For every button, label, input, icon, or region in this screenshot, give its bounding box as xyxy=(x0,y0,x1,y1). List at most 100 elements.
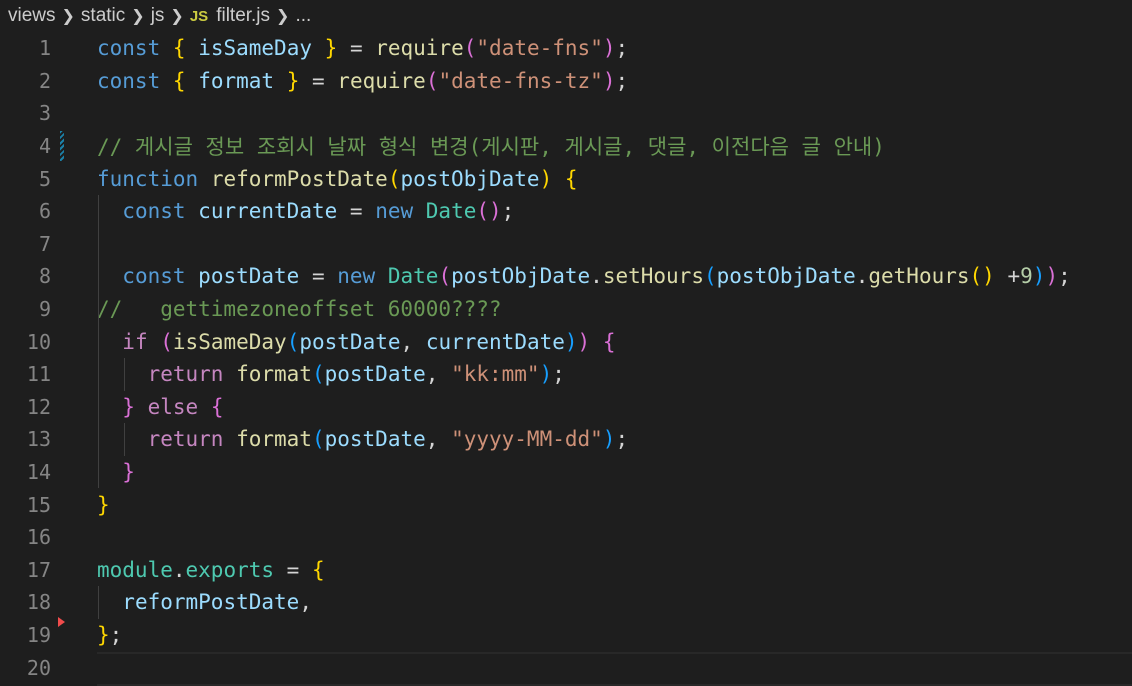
code-token: { xyxy=(172,68,186,93)
chevron-right-icon: ❯ xyxy=(170,8,184,25)
breadcrumb-item-file[interactable]: filter.js xyxy=(216,5,270,27)
indent-guide xyxy=(98,195,99,489)
code-token: } xyxy=(122,394,135,419)
code-token: format xyxy=(236,362,312,387)
code-token: = xyxy=(337,36,376,61)
code-line[interactable]: 13 return format(postDate, "yyyy-MM-dd")… xyxy=(0,423,1132,456)
code-token: ) xyxy=(539,166,553,191)
code-token: setHours xyxy=(602,264,704,289)
code-token: ; xyxy=(615,68,629,93)
code-token: } xyxy=(324,36,338,61)
code-token: postDate xyxy=(324,427,426,452)
code-token: "date-fns" xyxy=(476,36,603,61)
line-number: 9 xyxy=(38,297,51,322)
code-line[interactable]: 10 if (isSameDay(postDate, currentDate))… xyxy=(0,325,1132,358)
deleted-line-marker[interactable] xyxy=(58,616,65,627)
code-line[interactable]: 8 const postDate = new Date(postObjDate.… xyxy=(0,260,1132,293)
code-line[interactable]: 5 function reformPostDate(postObjDate) { xyxy=(0,162,1132,195)
code-token: ; xyxy=(501,199,515,224)
line-number: 18 xyxy=(26,590,51,615)
code-line[interactable]: 7 xyxy=(0,228,1132,261)
code-text: // gettimezoneoffset 60000???? xyxy=(97,297,502,321)
code-token: ) xyxy=(602,36,616,61)
code-token: function xyxy=(97,166,199,191)
code-line[interactable]: 15} xyxy=(0,488,1132,521)
code-token: = xyxy=(299,68,338,93)
code-token: , xyxy=(425,427,452,452)
line-number: 5 xyxy=(38,166,51,191)
code-token: currentDate xyxy=(198,199,338,224)
code-token: , xyxy=(425,362,452,387)
breadcrumb-item-static[interactable]: static xyxy=(81,5,125,27)
code-text: const { isSameDay } = require("date-fns"… xyxy=(97,36,628,60)
line-number: 13 xyxy=(26,427,51,452)
code-line[interactable]: 9 // gettimezoneoffset 60000???? xyxy=(0,293,1132,326)
code-token: 9 xyxy=(1020,264,1033,289)
code-text: } xyxy=(97,493,110,517)
code-token: ) xyxy=(564,329,578,354)
line-number: 6 xyxy=(38,199,51,224)
code-line[interactable]: 4 // 게시글 정보 조회시 날짜 형식 변경(게시판, 게시글, 댓글, 이전… xyxy=(0,130,1132,163)
code-token: ( xyxy=(703,264,717,289)
code-token: , xyxy=(400,329,426,354)
code-token: const xyxy=(122,199,186,224)
code-text: const { format } = require("date-fns-tz"… xyxy=(97,69,628,93)
code-token: ; xyxy=(615,427,629,452)
code-line[interactable]: 3 xyxy=(0,97,1132,130)
code-token: + xyxy=(994,264,1021,289)
line-number: 1 xyxy=(38,36,51,61)
chevron-right-icon: ❯ xyxy=(276,8,290,25)
javascript-file-icon: JS xyxy=(189,7,209,25)
code-token: exports xyxy=(185,557,275,582)
breadcrumb-item-views[interactable]: views xyxy=(8,5,56,27)
code-token: postDate xyxy=(324,362,426,387)
modified-line-marker[interactable] xyxy=(60,130,64,161)
code-line[interactable]: 12 } else { xyxy=(0,391,1132,424)
code-token: ( xyxy=(286,329,300,354)
code-token: ) xyxy=(539,362,553,387)
code-token: { xyxy=(311,557,325,582)
code-token: } xyxy=(97,623,110,648)
indent-guide xyxy=(124,423,125,456)
line-number: 2 xyxy=(38,68,51,93)
code-token: ; xyxy=(615,36,629,61)
code-line[interactable]: 1 const { isSameDay } = require("date-fns… xyxy=(0,32,1132,65)
code-token: ( xyxy=(425,68,439,93)
code-line[interactable]: 11 return format(postDate, "kk:mm"); xyxy=(0,358,1132,391)
code-token: ( xyxy=(463,36,477,61)
code-editor[interactable]: 1 const { isSameDay } = require("date-fns… xyxy=(0,32,1132,686)
breadcrumb-item-symbols[interactable]: ... xyxy=(295,5,311,27)
code-token: postDate xyxy=(198,264,300,289)
code-token: require xyxy=(337,68,426,93)
code-text: } else { xyxy=(97,394,223,419)
code-token: () xyxy=(969,264,995,289)
code-token: getHours xyxy=(868,264,970,289)
breadcrumb-item-js[interactable]: js xyxy=(151,5,165,27)
line-number: 20 xyxy=(26,655,51,680)
code-text: return format(postDate, "kk:mm"); xyxy=(97,362,565,386)
code-line[interactable]: 2 const { format } = require("date-fns-tz… xyxy=(0,65,1132,98)
code-token: ; xyxy=(552,362,565,387)
code-line[interactable]: 17 module.exports = { xyxy=(0,554,1132,587)
code-line[interactable]: 6 const currentDate = new Date(); xyxy=(0,195,1132,228)
code-line[interactable]: 16 xyxy=(0,521,1132,554)
code-token: const xyxy=(97,68,161,93)
code-line[interactable]: 14 } xyxy=(0,456,1132,489)
code-line[interactable]: 18 reformPostDate, xyxy=(0,586,1132,619)
code-line[interactable]: 19}; xyxy=(0,619,1132,652)
code-token: postObjDate xyxy=(400,166,540,191)
code-token: const xyxy=(97,36,161,61)
code-token: } xyxy=(286,68,300,93)
code-token: "yyyy-MM-dd" xyxy=(451,427,603,452)
